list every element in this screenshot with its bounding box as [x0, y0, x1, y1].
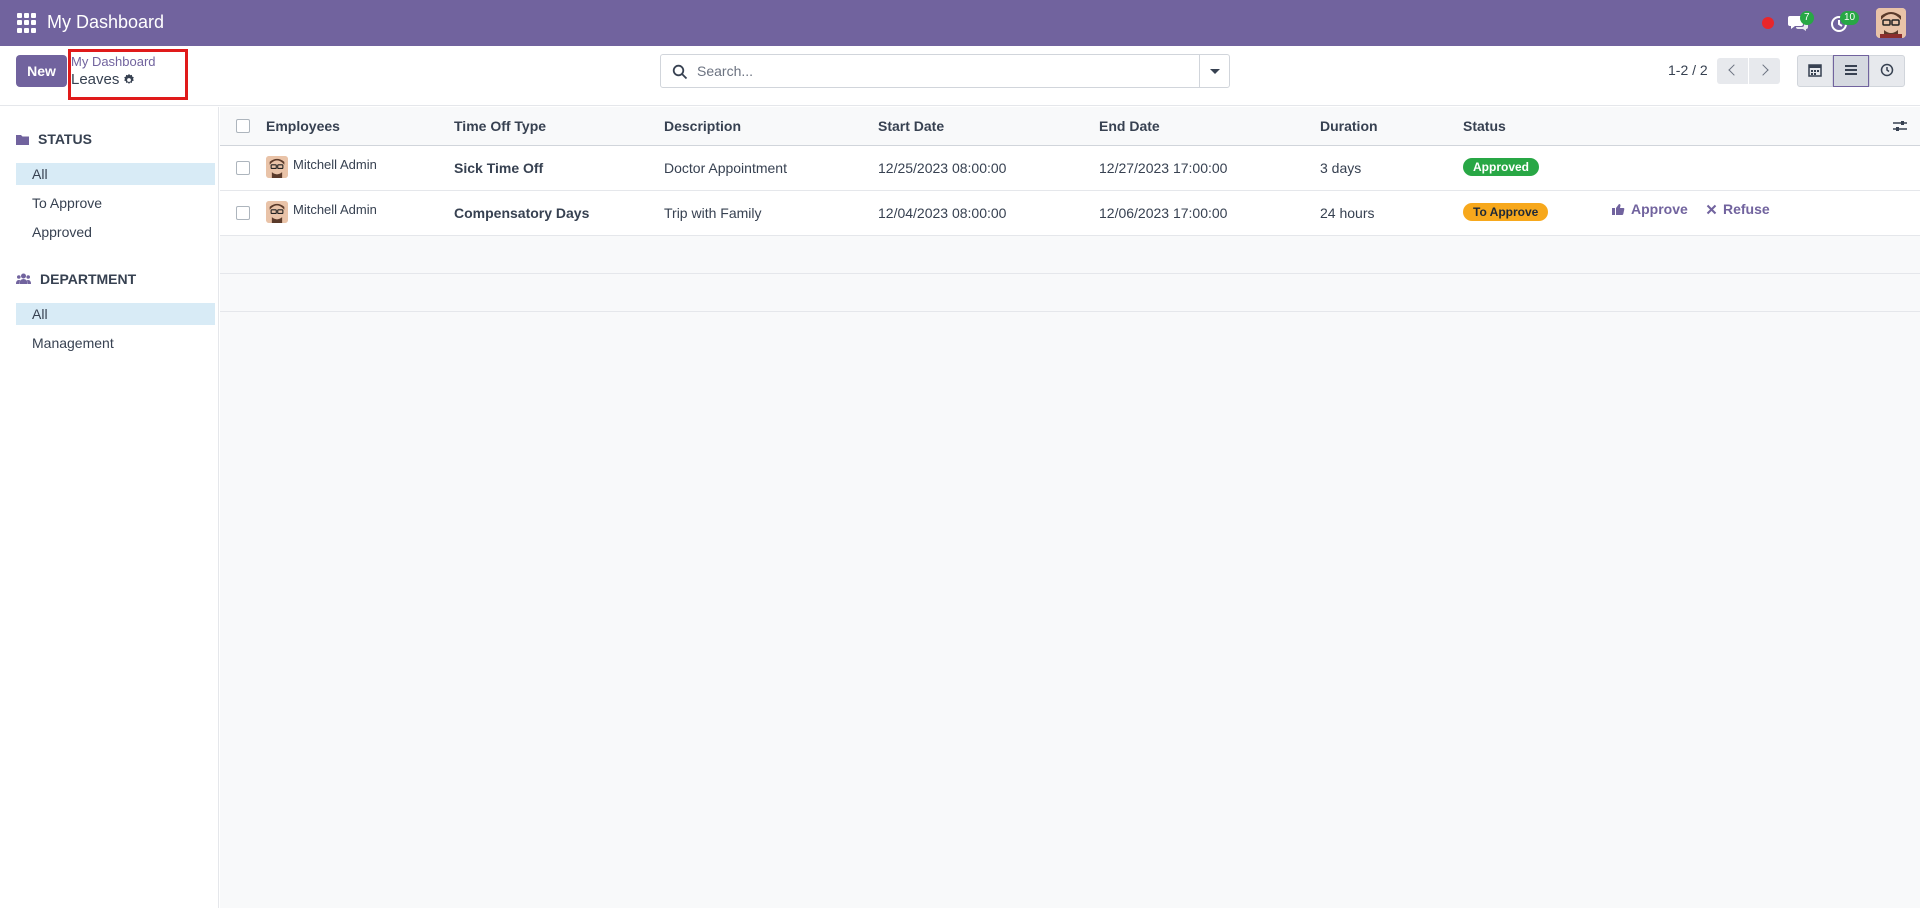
- record-dot-icon[interactable]: [1762, 17, 1774, 29]
- activity-icon: [1880, 63, 1894, 76]
- breadcrumb-current: Leaves: [71, 71, 120, 88]
- department-item-management[interactable]: Management: [16, 332, 215, 354]
- search-options-toggle[interactable]: [1199, 55, 1229, 87]
- col-time-off-type[interactable]: Time Off Type: [454, 118, 546, 134]
- duration: 3 days: [1320, 160, 1362, 176]
- refuse-button[interactable]: Refuse: [1706, 201, 1770, 217]
- col-status[interactable]: Status: [1463, 118, 1506, 134]
- status-section-header: STATUS: [16, 131, 92, 147]
- list-icon: [1845, 64, 1857, 75]
- col-end-date[interactable]: End Date: [1099, 118, 1160, 134]
- users-icon: [16, 273, 31, 284]
- department-item-all[interactable]: All: [16, 303, 215, 325]
- user-avatar[interactable]: [1876, 8, 1906, 38]
- search-input[interactable]: [697, 59, 1167, 83]
- end-date: 12/27/2023 17:00:00: [1099, 160, 1228, 176]
- thumbs-up-icon: [1612, 203, 1625, 215]
- pager-next-button[interactable]: [1749, 58, 1780, 84]
- list-view: Employees Time Off Type Description Star…: [220, 107, 1920, 908]
- search-box: [660, 54, 1230, 88]
- row-checkbox[interactable]: [236, 206, 250, 220]
- close-icon: [1706, 204, 1717, 214]
- activity-count-badge: 10: [1840, 11, 1860, 25]
- refuse-label: Refuse: [1723, 201, 1770, 217]
- activity-view-button[interactable]: [1869, 55, 1905, 87]
- col-start-date[interactable]: Start Date: [878, 118, 944, 134]
- table-row[interactable]: Mitchell Admin Sick Time Off Doctor Appo…: [220, 146, 1920, 191]
- status-item-approved[interactable]: Approved: [16, 221, 215, 243]
- col-duration[interactable]: Duration: [1320, 118, 1378, 134]
- table-row[interactable]: Mitchell Admin Compensatory Days Trip wi…: [220, 191, 1920, 236]
- leaves-table: Employees Time Off Type Description Star…: [220, 107, 1920, 312]
- empty-row: [220, 236, 1920, 274]
- approve-label: Approve: [1631, 201, 1688, 217]
- duration: 24 hours: [1320, 205, 1375, 221]
- folder-icon: [16, 134, 29, 145]
- chevron-right-icon: [1757, 64, 1769, 76]
- top-navbar: My Dashboard 7 10: [0, 0, 1920, 46]
- start-date: 12/04/2023 08:00:00: [878, 205, 1007, 221]
- description: Trip with Family: [664, 205, 762, 221]
- employee-name: Mitchell Admin: [293, 157, 377, 172]
- department-section-header: DEPARTMENT: [16, 271, 136, 287]
- caret-down-icon: [1210, 69, 1220, 74]
- approve-button[interactable]: Approve: [1612, 201, 1688, 217]
- status-badge: Approved: [1463, 158, 1540, 176]
- app-title[interactable]: My Dashboard: [47, 12, 164, 33]
- chevron-left-icon: [1728, 64, 1740, 76]
- employee-avatar: [266, 201, 288, 223]
- column-options-icon[interactable]: [1892, 118, 1908, 134]
- breadcrumb-parent[interactable]: My Dashboard: [71, 54, 156, 69]
- status-item-to-approve[interactable]: To Approve: [16, 192, 215, 214]
- col-description[interactable]: Description: [664, 118, 741, 134]
- pager-previous-button[interactable]: [1717, 58, 1748, 84]
- empty-row: [220, 274, 1920, 312]
- col-employees[interactable]: Employees: [266, 118, 340, 134]
- status-section-title: STATUS: [38, 131, 92, 147]
- status-badge: To Approve: [1463, 203, 1549, 221]
- chat-count-badge: 7: [1800, 11, 1814, 25]
- department-section-title: DEPARTMENT: [40, 271, 137, 287]
- pager-value[interactable]: 1-2 / 2: [1668, 62, 1708, 78]
- table-header: Employees Time Off Type Description Star…: [220, 107, 1920, 146]
- calendar-icon: [1808, 63, 1822, 77]
- control-panel: New My Dashboard Leaves 1-2 / 2: [0, 46, 1920, 106]
- search-icon: [672, 64, 688, 80]
- list-view-button[interactable]: [1833, 55, 1869, 87]
- calendar-view-button[interactable]: [1797, 55, 1833, 87]
- description: Doctor Appointment: [664, 160, 787, 176]
- gear-icon[interactable]: [122, 73, 136, 87]
- apps-menu-icon[interactable]: [17, 13, 37, 33]
- new-button[interactable]: New: [16, 55, 67, 87]
- search-panel-sidebar: STATUS All To Approve Approved DEPARTMEN…: [0, 107, 219, 908]
- select-all-checkbox[interactable]: [236, 119, 250, 133]
- time-off-type: Sick Time Off: [454, 160, 544, 176]
- status-item-all[interactable]: All: [16, 163, 215, 185]
- end-date: 12/06/2023 17:00:00: [1099, 205, 1228, 221]
- start-date: 12/25/2023 08:00:00: [878, 160, 1007, 176]
- time-off-type: Compensatory Days: [454, 205, 590, 221]
- row-checkbox[interactable]: [236, 161, 250, 175]
- employee-avatar: [266, 156, 288, 178]
- employee-name: Mitchell Admin: [293, 202, 377, 217]
